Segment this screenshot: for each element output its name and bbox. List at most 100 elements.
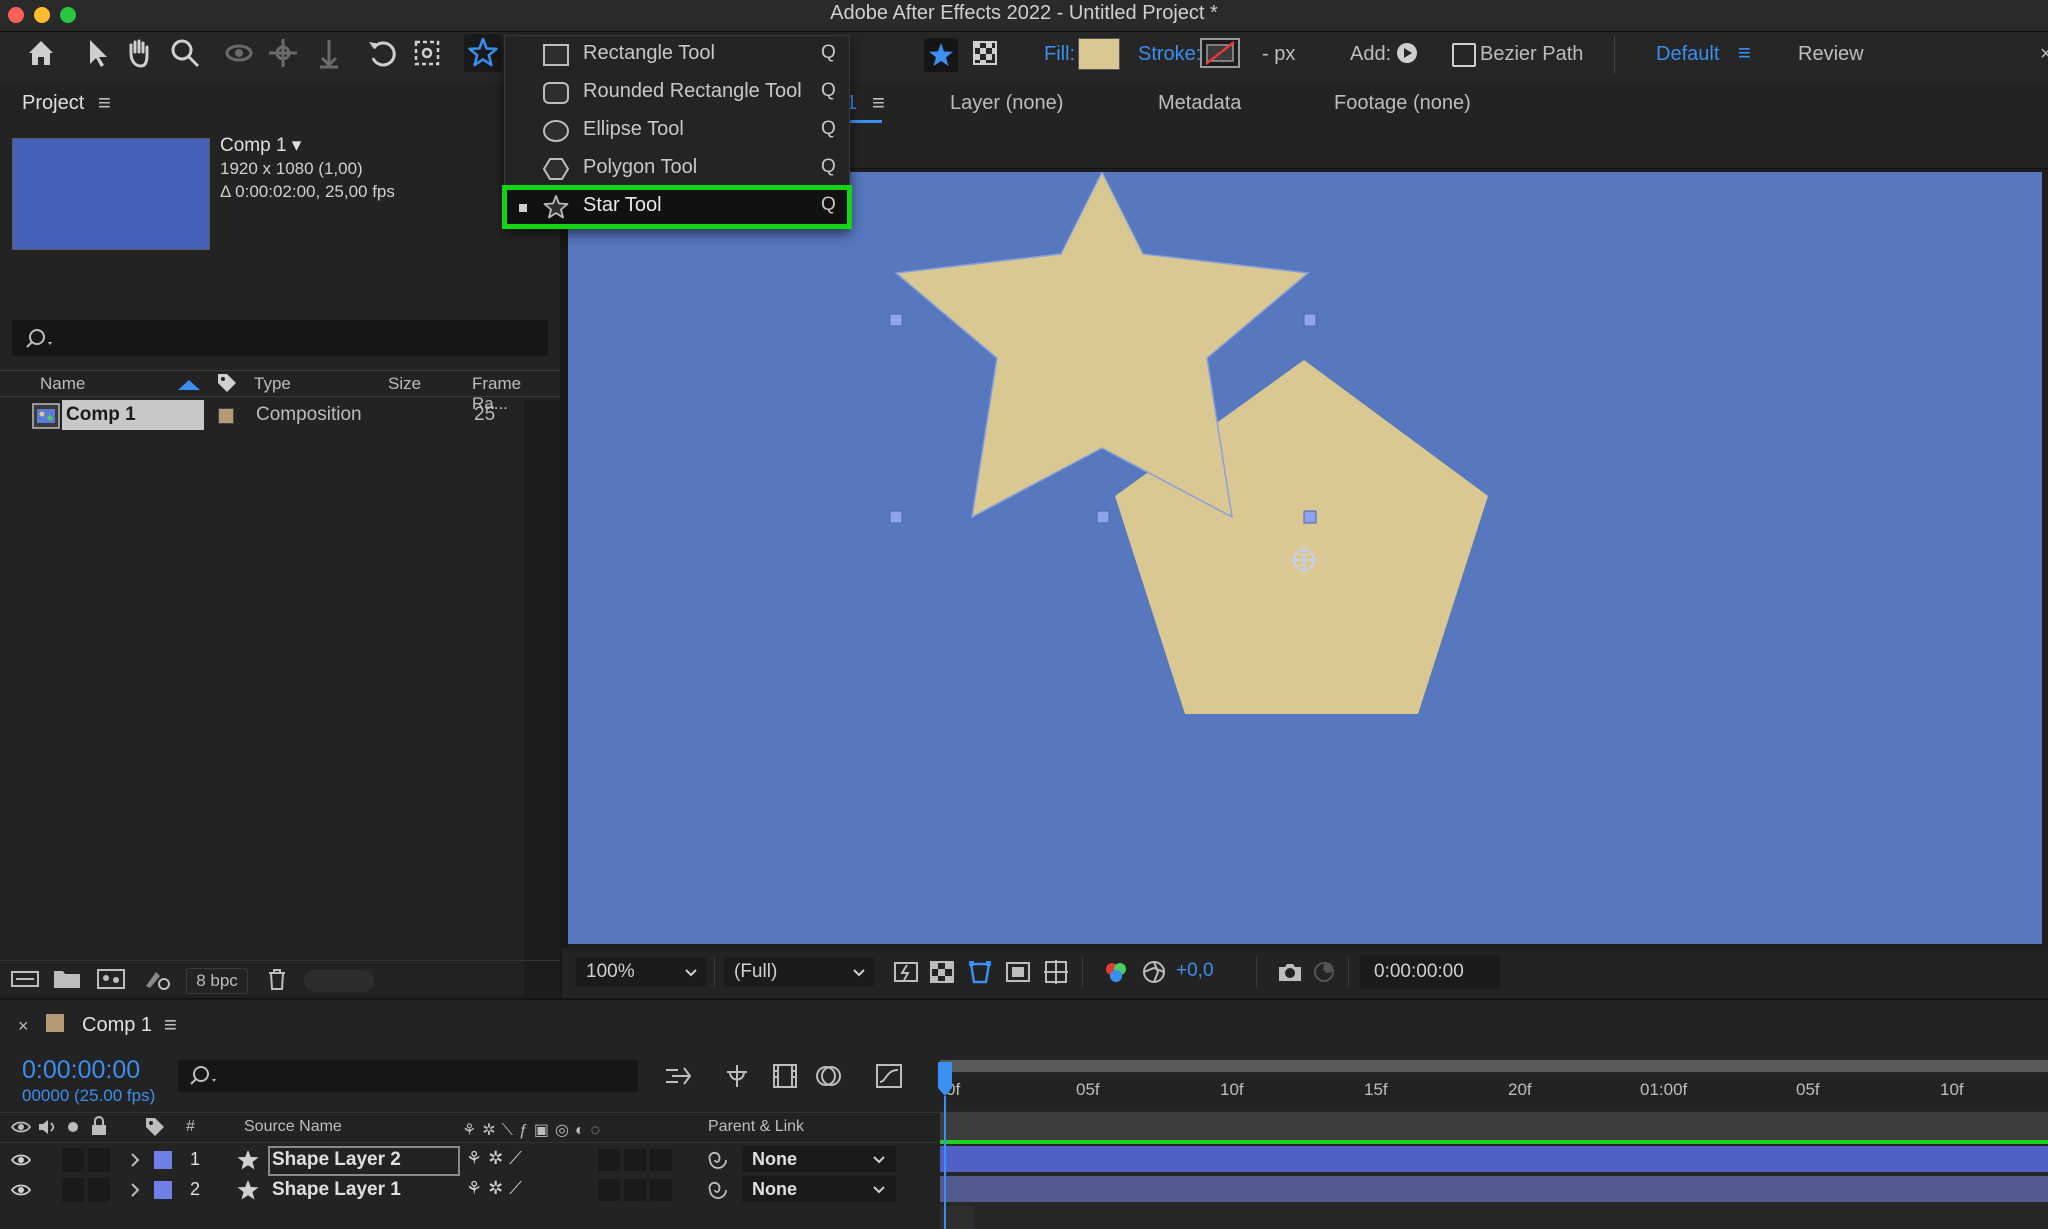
col-name[interactable]: Name [40,374,85,394]
draft-3d-icon[interactable] [722,1062,752,1090]
interpret-footage-icon[interactable] [10,966,40,992]
eye-icon[interactable] [10,1151,32,1169]
current-time-display[interactable]: 0:00:00:00 [1360,955,1500,989]
trash-icon[interactable] [264,966,290,992]
layer-label-color[interactable] [154,1151,172,1169]
new-folder-icon[interactable] [52,966,82,992]
project-settings-icon[interactable] [142,966,172,992]
region-of-interest-icon[interactable] [1004,958,1032,986]
solo-icon[interactable] [68,1122,78,1132]
col-parent-link[interactable]: Parent & Link [708,1118,804,1136]
pick-whip-icon[interactable] [706,1149,728,1171]
camera-snapshot-icon[interactable] [1276,958,1304,986]
composition-viewer[interactable] [568,172,2042,944]
reset-exposure-icon[interactable] [1140,958,1168,986]
star-tool-icon[interactable] [464,34,502,72]
channels-icon[interactable] [1102,958,1130,986]
composition-mini-flowchart-icon[interactable] [664,1062,694,1090]
col-source-name[interactable]: Source Name [244,1118,342,1136]
show-snapshot-icon[interactable] [1310,958,1338,986]
chevron-right-icon[interactable] [128,1182,142,1198]
parent-dropdown[interactable]: None [742,1176,896,1202]
star-shape-indicator-icon[interactable] [924,38,958,72]
stroke-width[interactable]: - px [1262,43,1295,66]
audio-icon[interactable] [36,1118,58,1136]
rotation-tool-icon[interactable] [222,36,256,70]
thumbnail-size-slider[interactable] [304,970,374,992]
stroke-label[interactable]: Stroke: [1138,43,1201,66]
layer-switches[interactable]: ⚘✲⟋ [466,1178,528,1199]
comp-name[interactable]: Comp 1 ▾ [220,134,301,157]
pan-behind-tool-icon[interactable] [266,36,300,70]
pick-whip-icon[interactable] [706,1179,728,1201]
timeline-comp-tab[interactable]: Comp 1 [82,1014,152,1037]
project-item-row[interactable]: Comp 1 Composition 25 [0,400,560,432]
fast-previews-icon[interactable] [892,958,920,986]
lock-switch[interactable] [88,1148,110,1172]
zoom-dropdown[interactable]: 100% [576,957,706,987]
grid-guides-icon[interactable] [1042,958,1070,986]
item-name[interactable]: Comp 1 [66,404,136,426]
toolbar-overflow-icon[interactable]: × [2040,43,2048,66]
solo-switch[interactable] [62,1148,84,1172]
lock-icon[interactable] [90,1116,108,1136]
timeline-search-input[interactable] [178,1060,638,1092]
3d-switch[interactable] [650,1149,672,1171]
project-tab[interactable]: Project [22,92,84,115]
layer-bar-1[interactable] [940,1146,2048,1172]
graph-editor-icon[interactable] [874,1062,904,1090]
label-tag-icon[interactable] [216,372,238,394]
resolution-dropdown[interactable]: (Full) [724,957,874,987]
label-tag-icon[interactable] [144,1116,166,1136]
menu-item-rectangle-tool[interactable]: Rectangle Tool Q [505,36,849,74]
time-ruler[interactable] [940,1076,2048,1110]
timeline-menu-icon[interactable]: ≡ [164,1012,177,1038]
selection-tool-icon[interactable] [80,36,114,70]
tab-layer[interactable]: Layer (none) [950,92,1063,115]
motion-blur-icon[interactable] [814,1062,844,1090]
bit-depth-button[interactable]: 8 bpc [186,968,248,994]
layer-name[interactable]: Shape Layer 1 [272,1179,401,1201]
track-z-tool-icon[interactable] [312,36,346,70]
layer-switches[interactable]: ⚘✲⟋ [466,1148,528,1169]
motion-blur-switch[interactable] [598,1149,620,1171]
stroke-color-swatch[interactable] [1200,38,1240,68]
exposure-value[interactable]: +0,0 [1176,960,1214,982]
workspace-default[interactable]: Default [1656,43,1719,66]
layer-bar-2[interactable] [940,1176,2048,1202]
menu-item-ellipse-tool[interactable]: Ellipse Tool Q [505,112,849,150]
col-size[interactable]: Size [388,374,421,394]
menu-item-rounded-rectangle-tool[interactable]: Rounded Rectangle Tool Q [505,74,849,112]
zoom-tool-icon[interactable] [168,36,202,70]
project-scrollbar[interactable] [524,400,560,1040]
layer-label-color[interactable] [154,1181,172,1199]
menu-item-star-tool[interactable]: Star Tool Q [502,185,852,229]
hand-tool-icon[interactable] [122,36,156,70]
workspace-review[interactable]: Review [1798,43,1864,66]
playhead-handle[interactable] [938,1062,952,1098]
mask-toggle-icon[interactable] [968,36,1002,70]
tab-footage[interactable]: Footage (none) [1334,92,1471,115]
new-composition-icon[interactable] [96,966,126,992]
eye-icon[interactable] [10,1181,32,1199]
add-menu-icon[interactable] [1396,42,1418,64]
workspace-menu-icon[interactable]: ≡ [1738,40,1751,66]
fill-label[interactable]: Fill: [1044,43,1075,66]
lock-switch[interactable] [88,1178,110,1202]
close-tab-icon[interactable]: × [18,1016,29,1037]
anchor-point-tool-icon[interactable] [410,36,444,70]
project-search-input[interactable] [12,320,548,356]
composition-panel-menu-icon[interactable]: ≡ [872,90,885,116]
eye-icon[interactable] [10,1118,32,1136]
transparency-grid-icon[interactable] [928,958,956,986]
adjustment-switch[interactable] [624,1179,646,1201]
layer-name[interactable]: Shape Layer 2 [272,1149,401,1171]
undo-rotate-icon[interactable] [366,36,400,70]
mask-visibility-icon[interactable] [966,958,994,986]
parent-dropdown[interactable]: None [742,1146,896,1172]
frame-blending-icon[interactable] [770,1062,800,1090]
home-icon[interactable] [24,36,58,70]
bezier-path-checkbox[interactable] [1452,43,1476,67]
sort-ascending-icon[interactable] [178,380,200,390]
adjustment-switch[interactable] [624,1149,646,1171]
